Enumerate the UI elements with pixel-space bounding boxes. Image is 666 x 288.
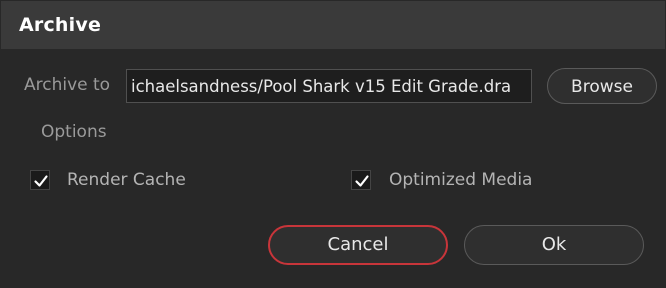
archive-path-input[interactable]: [127, 70, 531, 102]
browse-button[interactable]: Browse: [547, 68, 657, 104]
archive-path-field[interactable]: [126, 69, 532, 103]
optimized-media-label: Optimized Media: [389, 170, 533, 190]
render-cache-checkbox[interactable]: [30, 170, 50, 190]
checkmark-icon: [34, 175, 48, 187]
cancel-button[interactable]: Cancel: [268, 225, 448, 265]
dialog-title: Archive: [19, 14, 102, 36]
archive-dialog: Archive Archive to Browse Options Render…: [1, 1, 665, 287]
render-cache-label: Render Cache: [67, 170, 186, 190]
checkmark-icon: [355, 175, 369, 187]
optimized-media-checkbox[interactable]: [351, 170, 371, 190]
options-label: Options: [41, 122, 107, 142]
archive-to-label: Archive to: [24, 75, 111, 95]
ok-button[interactable]: Ok: [464, 225, 644, 265]
title-bar: Archive: [1, 1, 665, 49]
